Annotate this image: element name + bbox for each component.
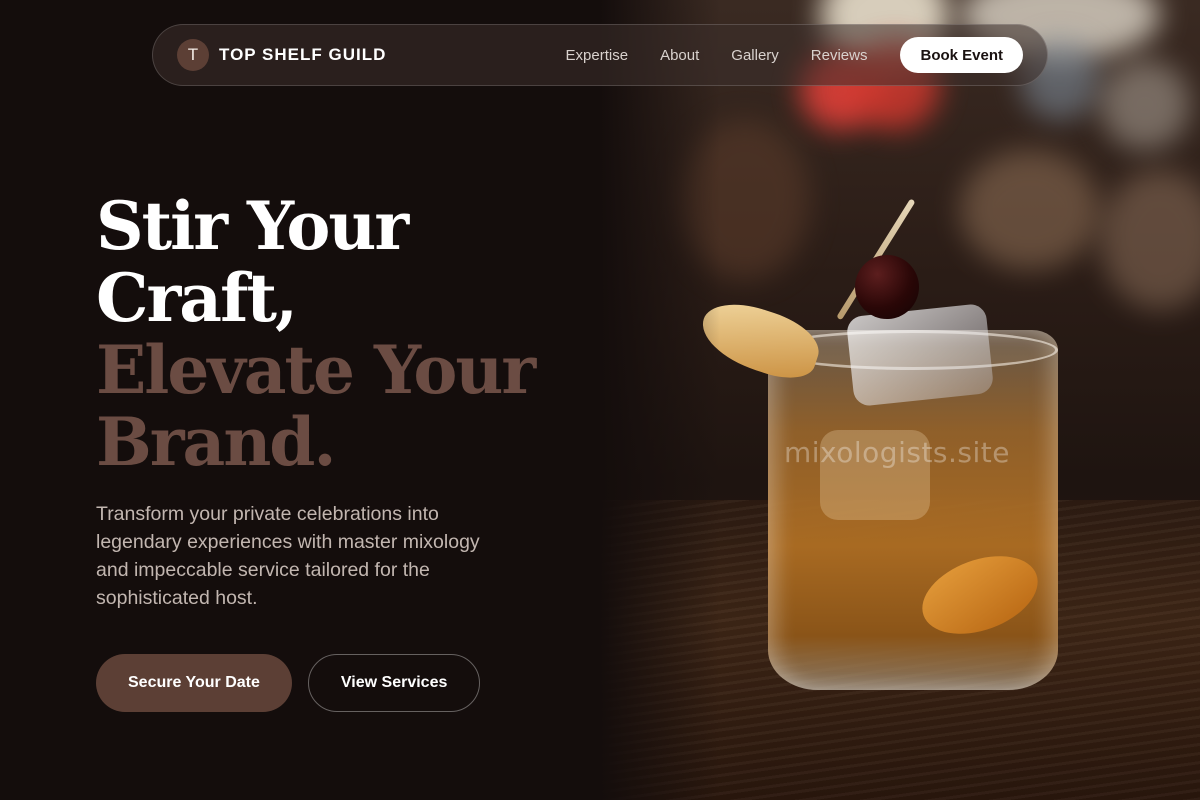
headline-line: Craft, [96,259,298,337]
secure-date-button[interactable]: Secure Your Date [96,654,292,712]
watermark: mixologists.site [784,436,1010,469]
hero-actions: Secure Your Date View Services [96,654,596,712]
brand-name: TOP SHELF GUILD [219,45,387,64]
book-event-button[interactable]: Book Event [900,37,1023,73]
brand-logo-icon: T [177,39,209,71]
headline-line-accent: Brand. [96,403,336,481]
photo-fade [600,0,720,800]
top-nav: T TOP SHELF GUILD Expertise About Galler… [152,24,1048,86]
nav-link-gallery[interactable]: Gallery [731,47,779,64]
nav-links: Expertise About Gallery Reviews Book Eve… [534,37,1023,73]
headline-line-accent: Elevate Your [96,331,536,409]
bokeh-light [1100,60,1190,150]
brand[interactable]: T TOP SHELF GUILD [177,39,386,71]
ice-cube [845,302,995,408]
cherry-garnish [855,255,919,319]
bokeh-light [1100,170,1200,310]
hero-subtitle: Transform your private celebrations into… [96,503,480,609]
view-services-button[interactable]: View Services [307,654,481,712]
nav-link-about[interactable]: About [660,47,699,64]
hero-section: Stir Your Craft, Elevate Your Brand. Tra… [96,190,596,712]
nav-link-reviews[interactable]: Reviews [811,47,868,64]
headline-line: Stir Your [96,187,409,265]
hero-headline: Stir Your Craft, Elevate Your Brand. [96,190,596,478]
nav-link-expertise[interactable]: Expertise [566,47,629,64]
